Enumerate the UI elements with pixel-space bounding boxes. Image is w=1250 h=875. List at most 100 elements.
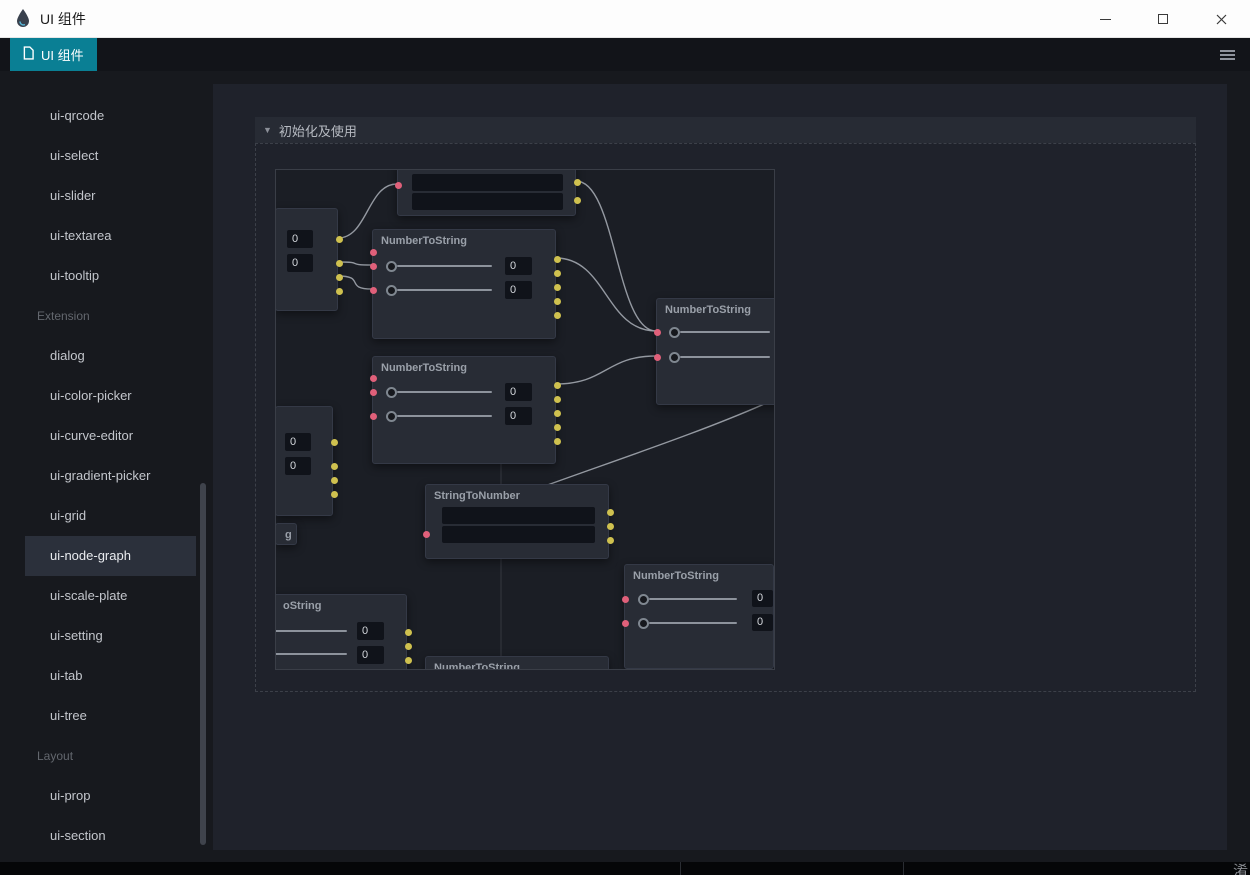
sidebar-item-ui-setting[interactable]: ui-setting (25, 616, 196, 656)
sidebar-item-ui-color-picker[interactable]: ui-color-picker (25, 376, 196, 416)
node-slider[interactable] (397, 265, 492, 267)
node-port-red-icon[interactable] (654, 329, 661, 336)
node-number-input[interactable]: 0 (285, 433, 311, 451)
node-slider[interactable] (680, 356, 770, 358)
sidebar-item-dialog[interactable]: dialog (25, 336, 196, 376)
node-number-input[interactable]: 0 (287, 254, 313, 272)
node-slider[interactable] (397, 289, 492, 291)
node-port-yellow-icon[interactable] (607, 537, 614, 544)
node-port-yellow-icon[interactable] (554, 396, 561, 403)
node-port-yellow-icon[interactable] (331, 491, 338, 498)
node-slider[interactable] (649, 622, 737, 624)
node-port-yellow-icon[interactable] (554, 410, 561, 417)
node-port-yellow-icon[interactable] (607, 509, 614, 516)
node-port-yellow-icon[interactable] (405, 643, 412, 650)
node-number-input[interactable]: 0 (505, 257, 532, 275)
node-port-yellow-icon[interactable] (554, 270, 561, 277)
graph-node-clipped-tag[interactable]: g (275, 523, 297, 545)
node-port-red-icon[interactable] (370, 249, 377, 256)
graph-node-number-to-string-bottom-mid[interactable]: NumberToString (425, 656, 609, 670)
node-port-yellow-icon[interactable] (574, 197, 581, 204)
graph-node-number-to-string-1[interactable]: NumberToString00 (372, 229, 556, 339)
node-port-red-icon[interactable] (370, 263, 377, 270)
node-text-field[interactable] (442, 507, 595, 524)
node-port-red-icon[interactable] (370, 375, 377, 382)
sidebar-item-ui-section[interactable]: ui-section (25, 816, 196, 850)
node-slider[interactable] (680, 331, 770, 333)
node-text-field[interactable] (412, 193, 563, 210)
slider-handle-icon[interactable] (386, 411, 397, 422)
graph-node-value-source-top[interactable]: 00 (275, 208, 338, 311)
graph-node-top-partial[interactable] (397, 169, 576, 216)
node-port-yellow-icon[interactable] (554, 382, 561, 389)
node-port-yellow-icon[interactable] (331, 477, 338, 484)
node-port-red-icon[interactable] (370, 287, 377, 294)
sidebar-item-ui-slider[interactable]: ui-slider (25, 176, 196, 216)
sidebar-item-ui-tree[interactable]: ui-tree (25, 696, 196, 736)
node-graph-canvas[interactable]: 00NumberToString00NumberToStringNumberTo… (275, 169, 775, 670)
node-number-input[interactable]: 0 (505, 383, 532, 401)
node-port-yellow-icon[interactable] (336, 236, 343, 243)
minimize-button[interactable] (1076, 0, 1134, 38)
slider-handle-icon[interactable] (638, 618, 649, 629)
node-port-yellow-icon[interactable] (554, 256, 561, 263)
node-number-input[interactable]: 0 (752, 614, 773, 631)
node-port-red-icon[interactable] (622, 620, 629, 627)
node-number-input[interactable]: 0 (505, 407, 532, 425)
sidebar-item-ui-prop[interactable]: ui-prop (25, 776, 196, 816)
node-port-red-icon[interactable] (370, 413, 377, 420)
node-port-yellow-icon[interactable] (554, 312, 561, 319)
node-port-yellow-icon[interactable] (336, 288, 343, 295)
slider-handle-icon[interactable] (669, 327, 680, 338)
node-number-input[interactable]: 0 (287, 230, 313, 248)
section-header[interactable]: ▼ 初始化及使用 (255, 117, 1196, 143)
node-slider[interactable] (397, 391, 492, 393)
node-port-yellow-icon[interactable] (554, 284, 561, 291)
node-text-field[interactable] (442, 526, 595, 543)
node-port-yellow-icon[interactable] (336, 260, 343, 267)
menu-icon[interactable] (1220, 48, 1235, 62)
graph-node-value-source-bottom[interactable]: 00 (275, 406, 333, 516)
slider-handle-icon[interactable] (386, 261, 397, 272)
node-number-input[interactable]: 0 (285, 457, 311, 475)
close-button[interactable] (1192, 0, 1250, 38)
node-port-yellow-icon[interactable] (554, 438, 561, 445)
node-port-yellow-icon[interactable] (574, 179, 581, 186)
node-number-input[interactable]: 0 (752, 590, 773, 607)
sidebar-item-ui-select[interactable]: ui-select (25, 136, 196, 176)
node-slider[interactable] (275, 630, 347, 632)
sidebar-item-ui-curve-editor[interactable]: ui-curve-editor (25, 416, 196, 456)
node-slider[interactable] (397, 415, 492, 417)
sidebar-item-ui-scale-plate[interactable]: ui-scale-plate (25, 576, 196, 616)
graph-node-number-to-string-bottom-left[interactable]: oString00 (275, 594, 407, 670)
sidebar-item-ui-qrcode[interactable]: ui-qrcode (25, 96, 196, 136)
node-port-yellow-icon[interactable] (554, 424, 561, 431)
slider-handle-icon[interactable] (638, 594, 649, 605)
node-port-red-icon[interactable] (370, 389, 377, 396)
node-slider[interactable] (275, 653, 347, 655)
node-port-red-icon[interactable] (395, 182, 402, 189)
graph-node-string-to-number[interactable]: StringToNumber (425, 484, 609, 559)
slider-handle-icon[interactable] (386, 387, 397, 398)
tab-ui-components[interactable]: UI 组件 (10, 38, 97, 71)
graph-node-number-to-string-2[interactable]: NumberToString00 (372, 356, 556, 464)
sidebar-item-ui-grid[interactable]: ui-grid (25, 496, 196, 536)
node-text-field[interactable] (412, 174, 563, 191)
sidebar-item-ui-textarea[interactable]: ui-textarea (25, 216, 196, 256)
node-port-yellow-icon[interactable] (554, 298, 561, 305)
node-port-red-icon[interactable] (654, 354, 661, 361)
node-port-yellow-icon[interactable] (405, 629, 412, 636)
node-port-yellow-icon[interactable] (336, 274, 343, 281)
node-number-input[interactable]: 0 (357, 646, 384, 664)
sidebar-item-ui-gradient-picker[interactable]: ui-gradient-picker (25, 456, 196, 496)
node-slider[interactable] (649, 598, 737, 600)
node-number-input[interactable]: 0 (505, 281, 532, 299)
sidebar-item-ui-tab[interactable]: ui-tab (25, 656, 196, 696)
maximize-button[interactable] (1134, 0, 1192, 38)
node-port-yellow-icon[interactable] (405, 657, 412, 664)
node-port-red-icon[interactable] (423, 531, 430, 538)
sidebar-scrollbar[interactable] (200, 483, 206, 845)
node-port-yellow-icon[interactable] (331, 439, 338, 446)
node-port-yellow-icon[interactable] (607, 523, 614, 530)
graph-node-number-to-string-right[interactable]: NumberToString (656, 298, 775, 405)
